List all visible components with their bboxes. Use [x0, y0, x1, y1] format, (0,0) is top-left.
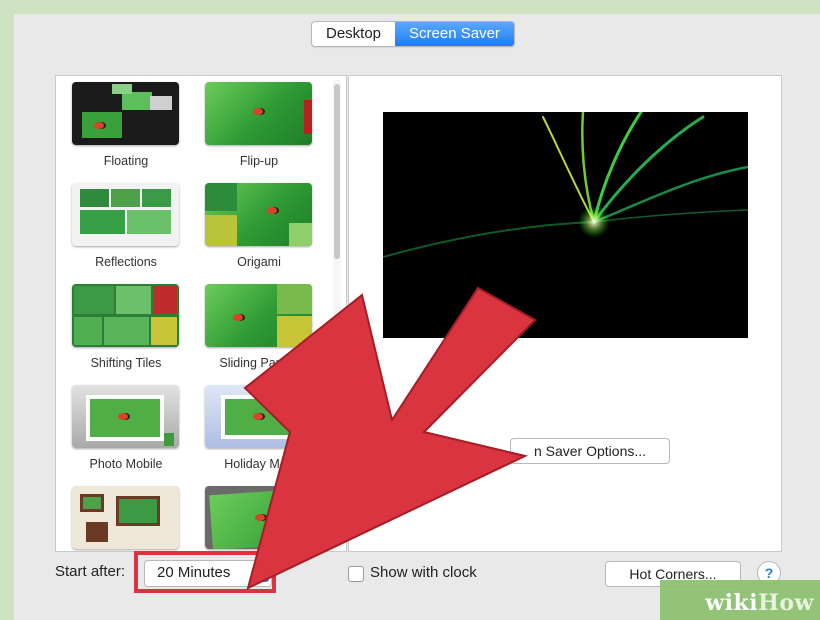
screen-saver-options-button[interactable]: n Saver Options...	[510, 438, 670, 464]
watermark: wikiHow	[660, 580, 820, 620]
preview-light-rays	[383, 112, 748, 258]
start-after-label: Start after:	[55, 563, 126, 580]
screensaver-thumb-reflections[interactable]	[72, 183, 179, 246]
screensaver-label: Shifting Tiles	[90, 356, 162, 370]
wikihow-logo: wikiHow	[705, 590, 814, 616]
screensaver-label: Reflections	[95, 255, 157, 269]
screensaver-thumb-origami[interactable]	[205, 183, 312, 246]
screensaver-label: Flip-up	[239, 154, 279, 168]
screensaver-thumb-sliding-panels[interactable]	[205, 284, 312, 347]
tab-screen-saver[interactable]: Screen Saver	[395, 22, 514, 46]
tab-desktop[interactable]: Desktop	[312, 22, 395, 46]
screensaver-list-scrollbar[interactable]	[333, 80, 341, 550]
screensaver-thumb-shifting-tiles[interactable]	[72, 284, 179, 347]
highlight-box	[134, 551, 276, 593]
scrollbar-thumb[interactable]	[334, 84, 340, 259]
screensaver-thumb-flip-up[interactable]	[205, 82, 312, 145]
show-with-clock-label: Show with clock	[370, 564, 477, 581]
screensaver-list[interactable]: Floating Flip-up Reflections Origami Shi…	[55, 75, 347, 552]
screensaver-thumb-vintage-prints[interactable]	[72, 486, 179, 549]
screensaver-label: Floating	[103, 154, 149, 168]
tab-bar: Desktop Screen Saver	[311, 21, 515, 47]
screensaver-label: Holiday Mob	[224, 457, 294, 471]
screensaver-thumb-holiday-mobile[interactable]	[205, 385, 312, 448]
frame-border-left	[0, 0, 14, 620]
show-with-clock-checkbox[interactable]	[348, 566, 364, 582]
screensaver-thumb-photo-mobile[interactable]	[72, 385, 179, 448]
screensaver-label: Origami	[237, 255, 281, 269]
frame-border-top	[0, 0, 820, 14]
screensaver-thumb-floating[interactable]	[72, 82, 179, 145]
screensaver-preview	[383, 112, 748, 338]
screensaver-label: Photo Mobile	[89, 457, 163, 471]
screensaver-label: Sliding Panels	[219, 356, 299, 370]
screensaver-thumb-ken-burns[interactable]	[205, 486, 312, 549]
